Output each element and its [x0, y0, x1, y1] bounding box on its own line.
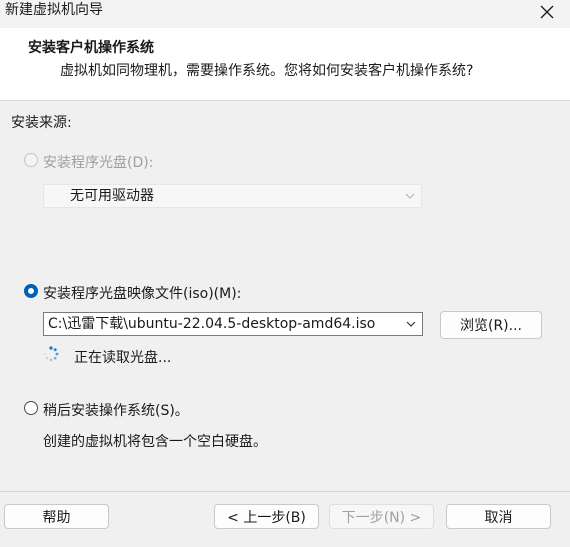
- iso-path-value: C:\迅雷下载\ubuntu-22.04.5-desktop-amd64.iso: [48, 316, 376, 332]
- later-option-label: 稍后安装操作系统(S)。: [43, 403, 189, 419]
- wizard-header: 安装客户机操作系统 虚拟机如同物理机，需要操作系统。您将如何安装客户机操作系统?: [0, 28, 570, 101]
- chevron-down-icon: [406, 321, 416, 327]
- help-button[interactable]: 帮助: [4, 504, 109, 529]
- page-title: 安装客户机操作系统: [28, 40, 154, 56]
- later-option-note: 创建的虚拟机将包含一个空白硬盘。: [43, 434, 267, 450]
- chevron-down-icon: [405, 193, 415, 199]
- window-title: 新建虚拟机向导: [5, 2, 103, 18]
- iso-path-input[interactable]: C:\迅雷下载\ubuntu-22.04.5-desktop-amd64.iso: [43, 312, 423, 336]
- drive-select-value: 无可用驱动器: [70, 188, 154, 204]
- close-button[interactable]: [524, 0, 570, 24]
- spinner-icon: [44, 346, 59, 362]
- loading-status-text: 正在读取光盘...: [74, 350, 172, 366]
- close-icon: [540, 5, 554, 19]
- disc-radio[interactable]: [24, 153, 38, 167]
- page-description: 虚拟机如同物理机，需要操作系统。您将如何安装客户机操作系统?: [60, 63, 474, 79]
- cancel-button[interactable]: 取消: [446, 504, 551, 529]
- browse-button[interactable]: 浏览(R)...: [440, 311, 542, 339]
- next-button[interactable]: 下一步(N) >: [329, 504, 434, 529]
- back-button[interactable]: < 上一步(B): [214, 504, 319, 529]
- title-bar: 新建虚拟机向导: [0, 0, 570, 28]
- drive-select[interactable]: 无可用驱动器: [43, 184, 422, 208]
- iso-option-label: 安装程序光盘映像文件(iso)(M):: [43, 286, 242, 302]
- iso-radio[interactable]: [24, 284, 38, 298]
- later-radio[interactable]: [24, 401, 38, 415]
- install-source-label: 安装来源:: [11, 115, 72, 131]
- disc-option-label: 安装程序光盘(D):: [43, 155, 154, 171]
- footer-divider: [0, 491, 570, 492]
